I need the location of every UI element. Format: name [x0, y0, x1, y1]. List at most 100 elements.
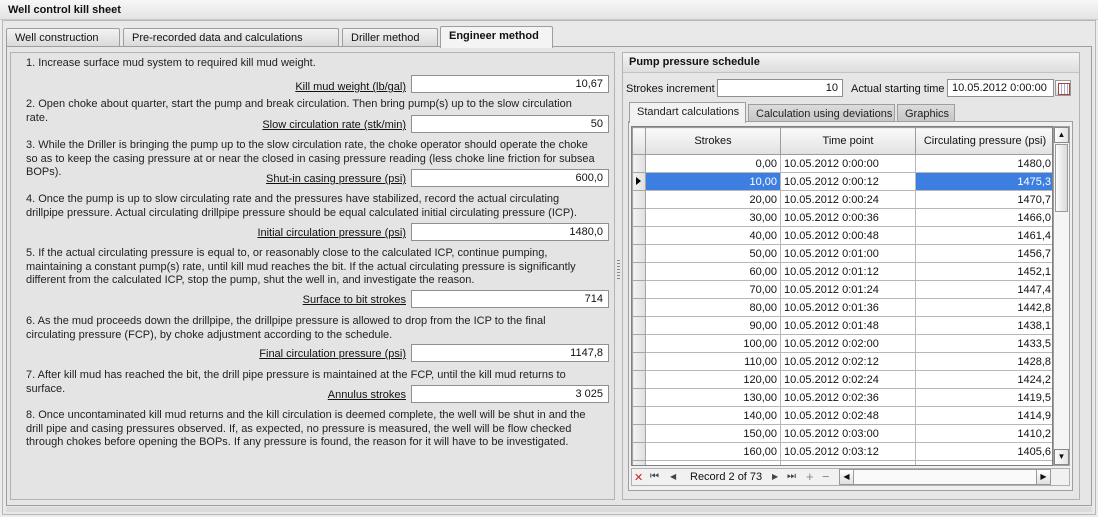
strokes-cell[interactable]: 150,00 — [645, 424, 781, 443]
time-point-cell[interactable]: 10.05.2012 0:01:12 — [780, 262, 916, 281]
time-point-cell[interactable]: 10.05.2012 0:01:36 — [780, 298, 916, 317]
prev-record-icon[interactable]: ◀ — [670, 472, 676, 481]
strokes-cell[interactable]: 130,00 — [645, 388, 781, 407]
time-point-cell[interactable]: 10.05.2012 0:01:48 — [780, 316, 916, 335]
strokes-cell[interactable]: 90,00 — [645, 316, 781, 335]
table-row[interactable]: 60,00 10.05.2012 0:01:12 1452,1 — [632, 262, 1052, 281]
circulating-pressure-cell[interactable]: 1456,7 — [915, 244, 1052, 263]
actual-starting-time-input[interactable]: 10.05.2012 0:00:00 — [947, 79, 1054, 97]
row-indicator[interactable] — [632, 280, 646, 299]
row-indicator[interactable] — [632, 370, 646, 389]
row-indicator[interactable] — [632, 460, 646, 465]
table-row[interactable]: 80,00 10.05.2012 0:01:36 1442,8 — [632, 298, 1052, 317]
column-header-strokes[interactable]: Strokes — [645, 127, 781, 155]
subtab-calculation-using-deviations[interactable]: Calculation using deviations — [748, 104, 895, 122]
time-point-cell[interactable]: 10.05.2012 0:02:24 — [780, 370, 916, 389]
table-row[interactable]: 90,00 10.05.2012 0:01:48 1438,1 — [632, 316, 1052, 335]
time-point-cell[interactable]: 10.05.2012 0:01:00 — [780, 244, 916, 263]
strokes-cell[interactable]: 40,00 — [645, 226, 781, 245]
time-point-cell[interactable]: 10.05.2012 0:00:36 — [780, 208, 916, 227]
subtab-graphics[interactable]: Graphics — [897, 104, 955, 122]
first-record-icon[interactable]: ⏮ — [650, 471, 659, 482]
time-point-cell[interactable]: 10.05.2012 0:03:24 — [780, 460, 916, 465]
slow-circulation-rate-field[interactable]: 50 — [411, 115, 609, 133]
circulating-pressure-cell[interactable]: 1428,8 — [915, 352, 1052, 371]
delete-record-icon[interactable]: ✕ — [634, 471, 643, 484]
circulating-pressure-cell[interactable]: 1410,2 — [915, 424, 1052, 443]
table-row[interactable]: 100,00 10.05.2012 0:02:00 1433,5 — [632, 334, 1052, 353]
time-point-cell[interactable]: 10.05.2012 0:00:24 — [780, 190, 916, 209]
strokes-cell[interactable]: 20,00 — [645, 190, 781, 209]
table-row[interactable]: 70,00 10.05.2012 0:01:24 1447,4 — [632, 280, 1052, 299]
scroll-down-icon[interactable]: ▼ — [1054, 449, 1069, 465]
strokes-cell[interactable]: 70,00 — [645, 280, 781, 299]
table-row[interactable]: 20,00 10.05.2012 0:00:24 1470,7 — [632, 190, 1052, 209]
scroll-right-icon[interactable]: ▶ — [1036, 470, 1050, 484]
kill-mud-weight-field[interactable]: 10,67 — [411, 75, 609, 93]
table-row[interactable]: 10,00 10.05.2012 0:00:12 1475,3 — [632, 172, 1052, 191]
column-header-time-point[interactable]: Time point — [780, 127, 916, 155]
row-indicator[interactable] — [632, 208, 646, 227]
scroll-left-icon[interactable]: ◀ — [840, 470, 854, 484]
table-row[interactable]: 170,0010.05.2012 0:03:241400,9 — [632, 460, 1052, 465]
strokes-cell[interactable]: 10,00 — [645, 172, 781, 191]
subtab-standart-calculations[interactable]: Standart calculations — [629, 102, 746, 123]
table-row[interactable]: 160,00 10.05.2012 0:03:12 1405,6 — [632, 442, 1052, 461]
circulating-pressure-cell[interactable]: 1461,4 — [915, 226, 1052, 245]
circulating-pressure-cell[interactable]: 1414,9 — [915, 406, 1052, 425]
row-indicator[interactable] — [632, 262, 646, 281]
time-point-cell[interactable]: 10.05.2012 0:02:00 — [780, 334, 916, 353]
strokes-cell[interactable]: 110,00 — [645, 352, 781, 371]
surface-to-bit-strokes-field[interactable]: 714 — [411, 290, 609, 308]
shutin-casing-pressure-field[interactable]: 600,0 — [411, 169, 609, 187]
circulating-pressure-cell[interactable]: 1470,7 — [915, 190, 1052, 209]
table-row[interactable]: 40,00 10.05.2012 0:00:48 1461,4 — [632, 226, 1052, 245]
strokes-increment-input[interactable]: 10 — [717, 79, 843, 97]
strokes-cell[interactable]: 100,00 — [645, 334, 781, 353]
final-circulation-pressure-field[interactable]: 1147,8 — [411, 344, 609, 362]
last-record-icon[interactable]: ⏭ — [787, 471, 796, 482]
time-point-cell[interactable]: 10.05.2012 0:00:48 — [780, 226, 916, 245]
time-point-cell[interactable]: 10.05.2012 0:03:00 — [780, 424, 916, 443]
circulating-pressure-cell[interactable]: 1400,9 — [915, 460, 1052, 465]
time-point-cell[interactable]: 10.05.2012 0:03:12 — [780, 442, 916, 461]
strokes-cell[interactable]: 80,00 — [645, 298, 781, 317]
initial-circulation-pressure-field[interactable]: 1480,0 — [411, 223, 609, 241]
circulating-pressure-cell[interactable]: 1466,0 — [915, 208, 1052, 227]
circulating-pressure-cell[interactable]: 1419,5 — [915, 388, 1052, 407]
scroll-thumb[interactable] — [1055, 144, 1068, 212]
circulating-pressure-cell[interactable]: 1442,8 — [915, 298, 1052, 317]
strokes-cell[interactable]: 0,00 — [645, 154, 781, 173]
annulus-strokes-field[interactable]: 3 025 — [411, 385, 609, 403]
circulating-pressure-cell[interactable]: 1475,3 — [915, 172, 1052, 191]
table-row[interactable]: 140,00 10.05.2012 0:02:48 1414,9 — [632, 406, 1052, 425]
table-row[interactable]: 150,00 10.05.2012 0:03:00 1410,2 — [632, 424, 1052, 443]
time-point-cell[interactable]: 10.05.2012 0:01:24 — [780, 280, 916, 299]
row-indicator[interactable] — [632, 226, 646, 245]
row-indicator[interactable] — [632, 442, 646, 461]
row-indicator[interactable] — [632, 190, 646, 209]
strokes-cell[interactable]: 140,00 — [645, 406, 781, 425]
row-indicator[interactable] — [632, 352, 646, 371]
time-point-cell[interactable]: 10.05.2012 0:00:12 — [780, 172, 916, 191]
row-indicator[interactable] — [632, 316, 646, 335]
row-indicator[interactable] — [632, 172, 646, 191]
strokes-cell[interactable]: 170,00 — [645, 460, 781, 465]
circulating-pressure-cell[interactable]: 1447,4 — [915, 280, 1052, 299]
circulating-pressure-cell[interactable]: 1433,5 — [915, 334, 1052, 353]
strokes-cell[interactable]: 160,00 — [645, 442, 781, 461]
strokes-cell[interactable]: 30,00 — [645, 208, 781, 227]
scroll-up-icon[interactable]: ▲ — [1054, 127, 1069, 143]
circulating-pressure-cell[interactable]: 1438,1 — [915, 316, 1052, 335]
calendar-icon[interactable] — [1055, 80, 1071, 96]
tab-engineer-method[interactable]: Engineer method — [440, 26, 553, 48]
table-row[interactable]: 0,00 10.05.2012 0:00:00 1480,0 — [632, 154, 1052, 173]
strokes-cell[interactable]: 50,00 — [645, 244, 781, 263]
time-point-cell[interactable]: 10.05.2012 0:02:48 — [780, 406, 916, 425]
tab-pre-recorded-data[interactable]: Pre-recorded data and calculations — [123, 28, 339, 47]
table-row[interactable]: 50,00 10.05.2012 0:01:00 1456,7 — [632, 244, 1052, 263]
add-record-icon[interactable]: + — [806, 469, 814, 484]
row-indicator[interactable] — [632, 388, 646, 407]
row-indicator[interactable] — [632, 424, 646, 443]
pane-splitter[interactable] — [617, 260, 620, 280]
